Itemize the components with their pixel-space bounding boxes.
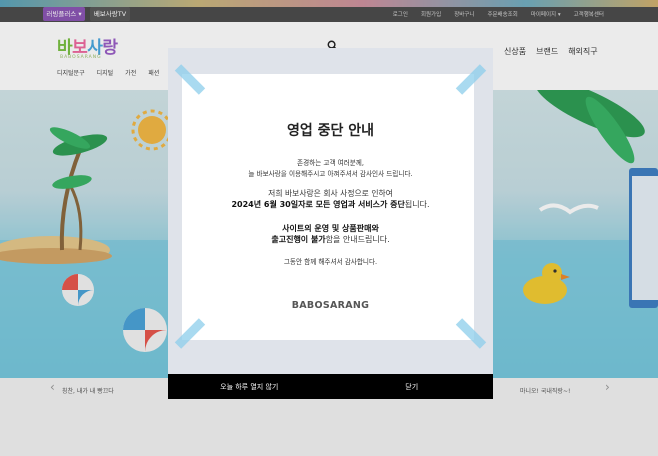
hide-today-button[interactable]: 오늘 하루 열지 않기 — [168, 374, 331, 399]
closure-notice-popup: 영업 중단 안내 존경하는 고객 여러분께, 늘 바보사랑을 이용해주시고 아껴… — [168, 48, 493, 399]
notice-thanks: 늘 바보사랑을 이용해주시고 아껴주셔서 감사인사 드립니다. — [248, 170, 413, 178]
closure-date-emphasis: 2024년 6월 30일자로 모든 영업과 서비스가 중단 — [231, 200, 405, 209]
shipping-suffix: 함을 안내드립니다. — [325, 235, 390, 244]
notice-reason: 저희 바보사랑은 회사 사정으로 인하여 — [268, 189, 393, 198]
notice-title: 영업 중단 안내 — [286, 123, 375, 139]
closure-date-suffix: 됩니다. — [404, 200, 430, 209]
notice-brand: BABOSARANG — [291, 300, 370, 311]
close-button[interactable]: 닫기 — [331, 374, 494, 399]
notice-closure-date: 2024년 6월 30일자로 모든 영업과 서비스가 중단됩니다. — [168, 199, 493, 210]
shipping-emphasis: 출고진행이 불가 — [271, 235, 326, 244]
notice-operation: 사이트의 운영 및 상품판매와 — [282, 224, 379, 233]
notice-greeting: 존경하는 고객 여러분께, — [297, 159, 364, 167]
popup-footer: 오늘 하루 열지 않기 닫기 — [168, 374, 493, 399]
notice-shipping: 출고진행이 불가함을 안내드립니다. — [168, 234, 493, 245]
notice-farewell: 그동안 함께 해주셔서 감사합니다. — [283, 258, 378, 266]
